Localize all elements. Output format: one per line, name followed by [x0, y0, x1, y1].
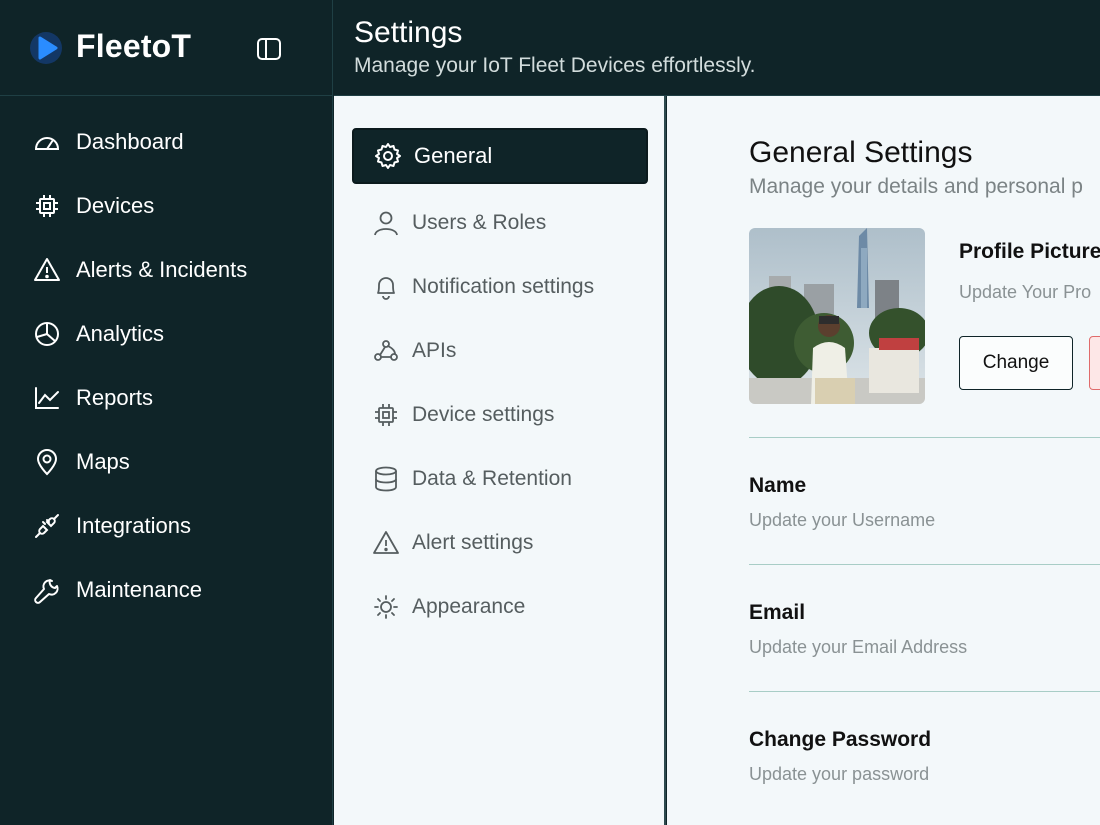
tab-device-settings[interactable]: Device settings [352, 387, 648, 443]
page-header: Settings Manage your IoT Fleet Devices e… [334, 0, 1100, 96]
plug-icon [32, 511, 62, 541]
divider [749, 437, 1100, 438]
password-field-title: Change Password [749, 728, 932, 751]
tab-data-retention[interactable]: Data & Retention [352, 451, 648, 507]
logo-icon [30, 32, 62, 64]
database-icon [370, 463, 402, 495]
warning-icon [32, 255, 62, 285]
tab-notification-settings[interactable]: Notification settings [352, 259, 648, 315]
line-chart-icon [32, 383, 62, 413]
sidebar-item-label: Integrations [76, 513, 191, 538]
wrench-icon [32, 575, 62, 605]
tab-label: General [414, 143, 493, 168]
settings-menu: General Users & Roles Notification setti… [334, 96, 666, 825]
sidebar-item-analytics[interactable]: Analytics [0, 302, 333, 366]
sidebar-item-reports[interactable]: Reports [0, 366, 333, 430]
tab-apis[interactable]: APIs [352, 323, 648, 379]
webhook-icon [370, 335, 402, 367]
chip-icon [370, 399, 402, 431]
section-title: General Settings [749, 136, 973, 169]
name-field-subtitle: Update your Username [749, 510, 936, 530]
email-field-subtitle: Update your Email Address [749, 637, 968, 657]
tab-label: Appearance [412, 595, 526, 618]
sidebar-item-label: Maintenance [76, 577, 202, 602]
tab-label: APIs [412, 339, 457, 362]
sidebar-item-label: Dashboard [76, 129, 184, 154]
tab-label: Device settings [412, 403, 555, 426]
gauge-icon [32, 127, 62, 157]
tab-appearance[interactable]: Appearance [352, 579, 648, 635]
brand: FleetoT [0, 0, 333, 96]
change-photo-button[interactable]: Change [959, 336, 1073, 390]
bell-icon [370, 271, 402, 303]
tab-label: Users & Roles [412, 211, 547, 234]
name-field-title: Name [749, 474, 807, 497]
page-subtitle: Manage your IoT Fleet Devices effortless… [354, 54, 756, 77]
tab-label: Alert settings [412, 531, 534, 554]
sidebar-item-label: Reports [76, 385, 154, 410]
sidebar-item-dashboard[interactable]: Dashboard [0, 110, 333, 174]
brand-name: FleetoT [76, 28, 192, 64]
chip-icon [32, 191, 62, 221]
sun-icon [370, 591, 402, 623]
section-subtitle: Manage your details and personal p [749, 175, 1083, 198]
profile-picture-subtitle: Update Your Pro [959, 282, 1092, 302]
warning-icon [370, 527, 402, 559]
tab-general[interactable]: General [352, 128, 648, 184]
sidebar-item-maps[interactable]: Maps [0, 430, 333, 494]
sidebar-nav: Dashboard Devices Alerts & Incidents Ana… [0, 110, 333, 622]
user-icon [370, 207, 402, 239]
email-field-title: Email [749, 601, 806, 624]
sidebar-item-label: Devices [76, 193, 155, 218]
sidebar: FleetoT Dashboard Devices Alerts & Incid… [0, 0, 333, 825]
sidebar-item-label: Alerts & Incidents [76, 257, 248, 282]
divider [749, 691, 1100, 692]
sidebar-item-label: Maps [76, 449, 130, 474]
sidebar-item-alerts[interactable]: Alerts & Incidents [0, 238, 333, 302]
general-settings-panel: General Settings Manage your details and… [667, 96, 1100, 825]
remove-photo-button[interactable] [1089, 336, 1100, 390]
password-field-subtitle: Update your password [749, 764, 930, 784]
gear-icon [372, 140, 404, 172]
sidebar-item-devices[interactable]: Devices [0, 174, 333, 238]
profile-picture-title: Profile Picture [959, 240, 1100, 263]
sidebar-item-maintenance[interactable]: Maintenance [0, 558, 333, 622]
divider [749, 564, 1100, 565]
map-pin-icon [32, 447, 62, 477]
tab-alert-settings[interactable]: Alert settings [352, 515, 648, 571]
tab-users-roles[interactable]: Users & Roles [352, 195, 648, 251]
page-title: Settings [354, 16, 463, 49]
tab-label: Data & Retention [412, 467, 572, 490]
sidebar-toggle-icon[interactable] [254, 34, 284, 64]
profile-photo [749, 228, 925, 404]
tab-label: Notification settings [412, 275, 595, 298]
pie-chart-icon [32, 319, 62, 349]
sidebar-item-label: Analytics [76, 321, 165, 346]
sidebar-item-integrations[interactable]: Integrations [0, 494, 333, 558]
